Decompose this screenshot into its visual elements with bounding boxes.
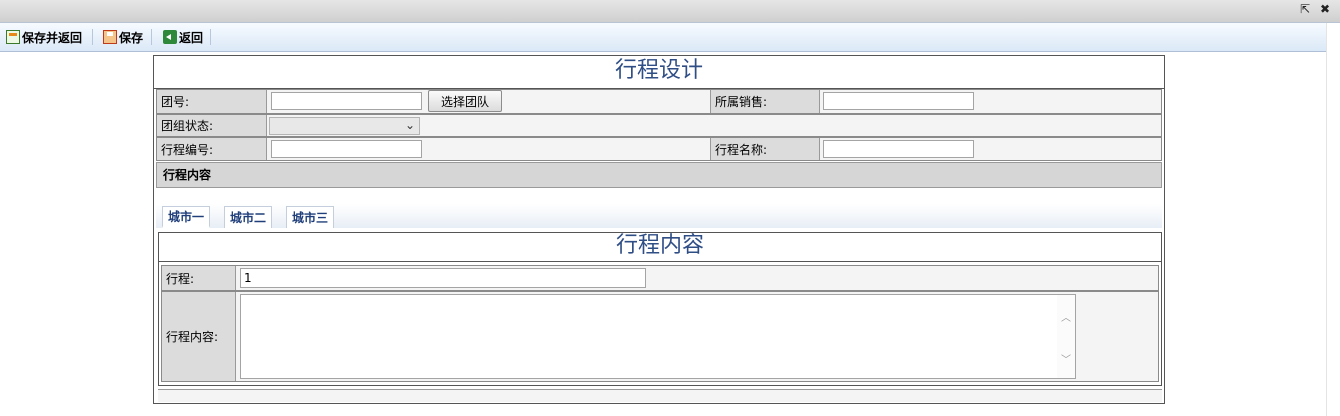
group-status-label: 团组状态: <box>157 115 267 136</box>
group-no-input[interactable] <box>271 92 422 110</box>
tab-city-1[interactable]: 城市一 <box>162 206 210 228</box>
city-tabs: 城市一 城市二 城市三 <box>156 204 1162 228</box>
save-return-icon <box>6 30 20 44</box>
tab-city-3[interactable]: 城市三 <box>286 206 334 228</box>
toolbar-divider <box>210 29 211 45</box>
itinerary-no-label: 行程编号: <box>157 138 267 160</box>
sales-label: 所属销售: <box>710 90 820 113</box>
toolbar-divider <box>151 29 152 45</box>
save-and-return-button[interactable]: 保存并返回 <box>6 27 82 47</box>
itinerary-content-row: 行程内容: ︿ ﹀ <box>161 291 1159 382</box>
group-no-label: 团号: <box>157 90 267 113</box>
sales-input[interactable] <box>823 92 974 110</box>
tab-city-2[interactable]: 城市二 <box>224 206 272 228</box>
itinerary-name-input[interactable] <box>823 140 974 158</box>
save-and-return-label: 保存并返回 <box>22 30 83 45</box>
toolbar-divider <box>92 29 93 45</box>
back-button[interactable]: 返回 <box>163 27 203 47</box>
textarea-scrollbar[interactable]: ︿ ﹀ <box>1057 295 1075 378</box>
scroll-down-icon[interactable]: ﹀ <box>1061 351 1071 366</box>
itinerary-day-label: 行程: <box>162 266 236 290</box>
save-button[interactable]: 保存 <box>103 27 143 47</box>
form-footer <box>158 389 1162 402</box>
close-icon[interactable]: ✖ <box>1320 2 1330 16</box>
itinerary-day-row: 行程: <box>161 265 1159 291</box>
save-icon <box>103 30 117 44</box>
window-titlebar: ⇱ ✖ <box>0 0 1340 23</box>
form-row-group-status: 团组状态: ⌄ <box>156 114 1162 137</box>
group-status-select[interactable]: ⌄ <box>269 117 420 135</box>
chevron-down-icon: ⌄ <box>404 118 415 132</box>
itinerary-content-title: 行程内容 <box>159 233 1161 262</box>
itinerary-name-label: 行程名称: <box>710 138 820 160</box>
scroll-up-icon[interactable]: ︿ <box>1061 309 1071 324</box>
form-row-group-no: 团号: 选择团队 所属销售: <box>156 89 1162 114</box>
select-team-button[interactable]: 选择团队 <box>428 90 502 112</box>
itinerary-content-textarea[interactable]: ︿ ﹀ <box>240 294 1076 379</box>
itinerary-design-form: 行程设计 团号: 选择团队 所属销售: 团组状态: ⌄ 行程编号: 行程名称: … <box>153 55 1165 404</box>
itinerary-no-input[interactable] <box>271 140 422 158</box>
toolbar: 保存并返回 保存 返回 <box>0 23 1326 52</box>
itinerary-day-input[interactable] <box>240 268 646 288</box>
back-label: 返回 <box>179 30 204 45</box>
form-title: 行程设计 <box>154 56 1164 89</box>
itinerary-content-label: 行程内容: <box>162 292 236 381</box>
save-label: 保存 <box>119 30 144 45</box>
itinerary-content-section-header: 行程内容 <box>156 162 1162 188</box>
popout-icon[interactable]: ⇱ <box>1300 2 1310 16</box>
page-scrollbar[interactable] <box>1326 23 1340 416</box>
back-icon <box>163 30 177 44</box>
form-row-itinerary-no: 行程编号: 行程名称: <box>156 137 1162 161</box>
itinerary-content-panel: 行程内容 行程: 行程内容: ︿ ﹀ <box>158 232 1162 386</box>
